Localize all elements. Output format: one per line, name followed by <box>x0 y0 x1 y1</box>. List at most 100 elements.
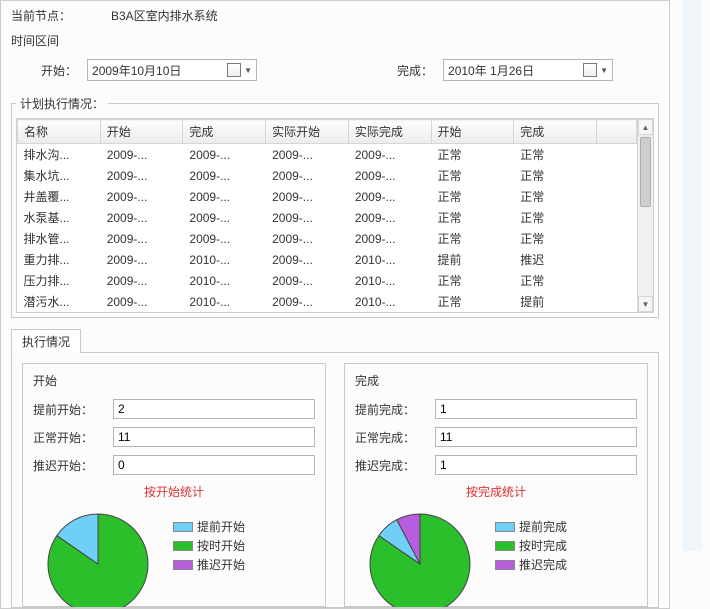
early-finish-input[interactable] <box>435 399 637 419</box>
table-header-cell[interactable]: 完成 <box>183 120 266 144</box>
table-cell: 集水坑... <box>18 165 101 186</box>
time-range-label: 时间区间 <box>11 32 659 49</box>
table-cell: 2009-... <box>100 228 183 249</box>
normal-finish-input[interactable] <box>435 427 637 447</box>
plan-table[interactable]: 名称开始完成实际开始实际完成开始完成 排水沟...2009-...2009-..… <box>17 119 637 312</box>
scroll-down-icon[interactable]: ▼ <box>638 296 653 312</box>
table-row[interactable]: 井盖覆...2009-...2009-...2009-...2009-...正常… <box>18 186 637 207</box>
table-row[interactable]: 排水管...2009-...2009-...2009-...2009-...正常… <box>18 228 637 249</box>
chevron-down-icon: ▼ <box>244 66 252 75</box>
tab-execution[interactable]: 执行情况 <box>11 329 81 353</box>
table-cell: 2009-... <box>183 207 266 228</box>
normal-start-input[interactable] <box>113 427 315 447</box>
legend-label-early: 提前开始 <box>197 518 245 535</box>
start-date-picker[interactable]: 2009年10月10日 ▼ <box>87 59 257 81</box>
table-cell: 压力排... <box>18 270 101 291</box>
early-finish-label: 提前完成： <box>355 401 435 418</box>
table-cell: 2010-... <box>348 291 431 312</box>
current-node-value: B3A区室内排水系统 <box>111 7 218 24</box>
table-header-cell[interactable]: 名称 <box>18 120 101 144</box>
plan-legend: 计划执行情况： <box>16 95 108 112</box>
scroll-thumb[interactable] <box>640 137 651 207</box>
date-range-row: 开始： 2009年10月10日 ▼ 完成： 2010年 1月26日 ▼ <box>41 59 659 81</box>
table-cell: 正常 <box>431 144 514 166</box>
legend-swatch-late <box>173 560 193 570</box>
table-cell: 正常 <box>431 228 514 249</box>
late-finish-input[interactable] <box>435 455 637 475</box>
table-row[interactable]: 潜污水...2009-...2010-...2009-...2010-...正常… <box>18 291 637 312</box>
start-panel-title: 开始 <box>33 372 315 389</box>
table-cell: 正常 <box>431 291 514 312</box>
normal-start-label: 正常开始： <box>33 429 113 446</box>
table-cell: 2010-... <box>183 291 266 312</box>
main-window: 当前节点： B3A区室内排水系统 时间区间 开始： 2009年10月10日 ▼ … <box>0 0 670 609</box>
table-header-row: 名称开始完成实际开始实际完成开始完成 <box>18 120 637 144</box>
start-date-value: 2009年10月10日 <box>92 62 181 79</box>
table-cell: 正常 <box>431 165 514 186</box>
finish-panel: 完成 提前完成： 正常完成： 推迟完成： 按完成统计 提前完成 <box>344 363 648 607</box>
start-panel: 开始 提前开始： 正常开始： 推迟开始： 按开始统计 提前开始 <box>22 363 326 607</box>
table-cell: 2009-... <box>100 165 183 186</box>
late-finish-label: 推迟完成： <box>355 457 435 474</box>
table-scrollbar[interactable]: ▲ ▼ <box>637 119 653 312</box>
legend-swatch-early <box>495 522 515 532</box>
tabs: 执行情况 开始 提前开始： 正常开始： 推迟开始： 按开始统计 <box>11 328 659 608</box>
legend-label-late: 推迟完成 <box>519 556 567 573</box>
finish-pie-chart <box>355 504 485 608</box>
table-cell: 正常 <box>514 144 597 166</box>
table-cell: 正常 <box>514 228 597 249</box>
table-cell: 2009-... <box>183 228 266 249</box>
finish-chart-title: 按完成统计 <box>355 483 637 500</box>
table-cell: 2009-... <box>183 186 266 207</box>
table-cell: 2009-... <box>100 144 183 166</box>
table-cell: 正常 <box>431 270 514 291</box>
calendar-icon <box>583 63 597 77</box>
chevron-down-icon: ▼ <box>600 66 608 75</box>
outer-background <box>682 0 702 551</box>
table-cell: 2009-... <box>183 165 266 186</box>
table-cell: 2009-... <box>348 207 431 228</box>
table-header-cell[interactable]: 实际完成 <box>348 120 431 144</box>
table-cell: 2009-... <box>348 228 431 249</box>
legend-swatch-early <box>173 522 193 532</box>
finish-legend: 提前完成 按时完成 推迟完成 <box>495 518 567 575</box>
table-header-cell[interactable]: 完成 <box>514 120 597 144</box>
table-cell: 2009-... <box>348 165 431 186</box>
table-cell: 排水沟... <box>18 144 101 166</box>
table-cell: 2009-... <box>266 291 349 312</box>
legend-swatch-late <box>495 560 515 570</box>
table-cell: 潜污水... <box>18 291 101 312</box>
start-pie-chart <box>33 504 163 608</box>
table-row[interactable]: 水泵基...2009-...2009-...2009-...2009-...正常… <box>18 207 637 228</box>
scroll-up-icon[interactable]: ▲ <box>638 119 653 135</box>
tab-body: 开始 提前开始： 正常开始： 推迟开始： 按开始统计 提前开始 <box>11 353 659 608</box>
table-cell: 2009-... <box>183 144 266 166</box>
table-row[interactable]: 集水坑...2009-...2009-...2009-...2009-...正常… <box>18 165 637 186</box>
table-cell: 正常 <box>514 270 597 291</box>
end-date-value: 2010年 1月26日 <box>448 62 534 79</box>
table-cell: 2009-... <box>266 186 349 207</box>
table-cell: 2010-... <box>183 249 266 270</box>
table-row[interactable]: 排水沟...2009-...2009-...2009-...2009-...正常… <box>18 144 637 166</box>
table-cell: 排水管... <box>18 228 101 249</box>
normal-finish-label: 正常完成： <box>355 429 435 446</box>
table-row[interactable]: 重力排...2009-...2010-...2009-...2010-...提前… <box>18 249 637 270</box>
table-cell: 正常 <box>431 186 514 207</box>
plan-table-wrap: 名称开始完成实际开始实际完成开始完成 排水沟...2009-...2009-..… <box>16 118 654 313</box>
table-cell: 提前 <box>514 291 597 312</box>
table-header-cell[interactable]: 实际开始 <box>266 120 349 144</box>
early-start-input[interactable] <box>113 399 315 419</box>
table-header-cell[interactable]: 开始 <box>431 120 514 144</box>
table-cell: 2009-... <box>100 291 183 312</box>
table-cell: 正常 <box>514 186 597 207</box>
table-header-cell[interactable]: 开始 <box>100 120 183 144</box>
table-cell: 2009-... <box>100 186 183 207</box>
table-cell: 正常 <box>514 207 597 228</box>
start-legend: 提前开始 按时开始 推迟开始 <box>173 518 245 575</box>
legend-swatch-ontime <box>495 541 515 551</box>
table-cell: 2009-... <box>266 165 349 186</box>
late-start-input[interactable] <box>113 455 315 475</box>
end-date-label: 完成： <box>397 62 433 79</box>
table-row[interactable]: 压力排...2009-...2010-...2009-...2010-...正常… <box>18 270 637 291</box>
end-date-picker[interactable]: 2010年 1月26日 ▼ <box>443 59 613 81</box>
